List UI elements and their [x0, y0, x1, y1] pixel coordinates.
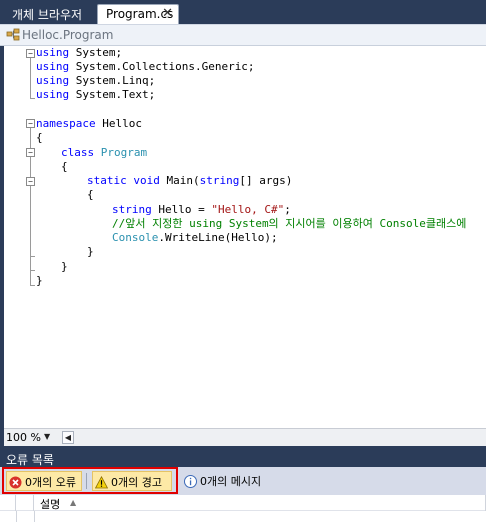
- collapse-namespace-icon[interactable]: −: [26, 119, 35, 128]
- code-line: using System.Linq;: [36, 74, 156, 87]
- highlight-annotation-box: [2, 467, 178, 494]
- code-comment: //앞서 지정한 using System의 지시어를 이용하여 Console…: [112, 217, 467, 230]
- code-line: }: [36, 274, 43, 287]
- outline-end: [30, 270, 35, 271]
- code-line: {: [61, 160, 68, 173]
- code-line: }: [87, 245, 94, 258]
- document-tab-strip: 개체 브라우저 Program.cs ✕: [0, 0, 486, 24]
- navigation-bar-type-label: Helloc.Program: [22, 28, 114, 42]
- navigation-bar[interactable]: Helloc.Program: [0, 24, 486, 46]
- outline-end: [30, 256, 35, 257]
- code-editor[interactable]: − − − − using System; using System.Colle…: [4, 46, 486, 428]
- error-list-column-header: 설명 ▲: [0, 495, 486, 511]
- error-list-title: 오류 목록: [6, 453, 54, 467]
- code-line: using System.Collections.Generic;: [36, 60, 255, 73]
- messages-filter-label: 0개의 메시지: [200, 475, 262, 488]
- class-icon: [6, 28, 20, 41]
- code-line: Console.WriteLine(Hello);: [112, 231, 278, 244]
- code-line: {: [36, 131, 43, 144]
- scroll-left-button[interactable]: ◀: [62, 431, 74, 444]
- code-line: class Program: [61, 146, 148, 159]
- column-divider: [16, 511, 17, 522]
- collapse-method-icon[interactable]: −: [26, 177, 35, 186]
- info-icon: [184, 474, 197, 488]
- code-line: {: [87, 188, 94, 201]
- outline-end: [30, 285, 35, 286]
- tab-object-browser[interactable]: 개체 브라우저: [4, 4, 90, 24]
- sort-ascending-icon: ▲: [70, 498, 77, 507]
- chevron-down-icon[interactable]: ▼: [44, 432, 50, 441]
- zoom-level[interactable]: 100 %: [6, 431, 41, 444]
- code-line: string Hello = "Hello, C#";: [112, 203, 291, 216]
- messages-filter-button[interactable]: 0개의 메시지: [182, 471, 272, 491]
- code-line: static void Main(string[] args): [87, 174, 293, 187]
- outline-line: [30, 58, 31, 98]
- code-line: }: [61, 260, 68, 273]
- editor-status-bar: 100 % ▼ ◀: [4, 428, 486, 446]
- column-header-index[interactable]: [16, 495, 34, 511]
- collapse-class-icon[interactable]: −: [26, 148, 35, 157]
- code-line: namespace Helloc: [36, 117, 142, 130]
- collapse-usings-icon[interactable]: −: [26, 49, 35, 58]
- outline-end: [30, 98, 35, 99]
- error-list-body: [0, 511, 486, 522]
- error-list-title-bar: 오류 목록: [0, 449, 486, 467]
- close-tab-icon[interactable]: ✕: [162, 6, 173, 21]
- tab-program-cs[interactable]: Program.cs ✕: [97, 4, 179, 24]
- column-header-description[interactable]: 설명: [40, 496, 60, 512]
- code-line: using System;: [36, 46, 123, 59]
- column-divider: [34, 511, 35, 522]
- column-header-blank[interactable]: [0, 495, 16, 511]
- code-line: using System.Text;: [36, 88, 156, 101]
